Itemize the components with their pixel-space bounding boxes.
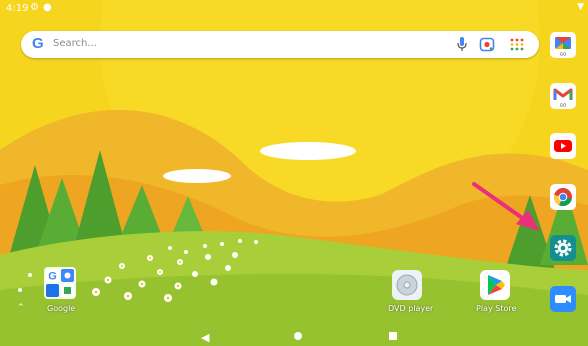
wifi-icon: ▼ — [577, 2, 584, 12]
gmail-icon: GO — [550, 83, 576, 109]
youtube-icon — [550, 133, 576, 159]
settings-gear-icon — [550, 235, 576, 261]
settings-notification-icon: ⚙ — [30, 2, 39, 13]
google-folder-label: Google — [47, 304, 76, 313]
recents-icon[interactable] — [389, 332, 397, 340]
google-go-badge: GO — [560, 52, 567, 57]
zoom-camera-icon — [550, 286, 576, 312]
dvd-player-label: DVD player — [388, 304, 434, 313]
home-screen: 4:19 ⚙ ● ▼ G Search... GO GO G Google ⌃ … — [0, 0, 588, 346]
app-drawer-chevron-icon[interactable]: ⌃ — [17, 303, 25, 313]
play-store-app[interactable] — [480, 270, 510, 300]
chrome-icon — [550, 184, 576, 210]
back-icon[interactable]: ◀ — [201, 331, 209, 344]
google-search-bar[interactable]: G Search... — [21, 31, 539, 58]
status-time: 4:19 — [6, 3, 29, 14]
google-folder-icon: G — [44, 267, 76, 299]
youtube-app[interactable] — [550, 133, 576, 159]
home-icon[interactable] — [294, 332, 302, 340]
mic-icon[interactable] — [457, 37, 467, 52]
svg-text:G: G — [48, 271, 57, 283]
google-folder[interactable]: G — [44, 267, 76, 299]
app-grid-icon[interactable] — [509, 37, 525, 52]
google-g-icon[interactable]: G — [32, 35, 44, 52]
chrome-app[interactable] — [550, 184, 576, 210]
gmail-go-app[interactable]: GO — [550, 83, 576, 109]
zoom-app[interactable] — [550, 286, 576, 312]
dvd-player-app[interactable] — [392, 270, 422, 300]
google-lens-icon[interactable] — [479, 37, 495, 52]
search-placeholder[interactable]: Search... — [53, 38, 97, 49]
play-store-icon — [488, 275, 505, 295]
notification-dot-icon: ● — [43, 2, 52, 13]
google-go-icon: GO — [550, 32, 576, 58]
status-bar: 4:19 ⚙ ● ▼ — [0, 0, 588, 18]
dvd-disc-icon — [396, 274, 418, 296]
play-store-label: Play Store — [476, 304, 517, 313]
settings-app[interactable] — [550, 235, 576, 261]
gmail-go-badge: GO — [560, 103, 567, 108]
google-go-app[interactable]: GO — [550, 32, 576, 58]
navigation-bar: ◀ — [0, 328, 588, 346]
